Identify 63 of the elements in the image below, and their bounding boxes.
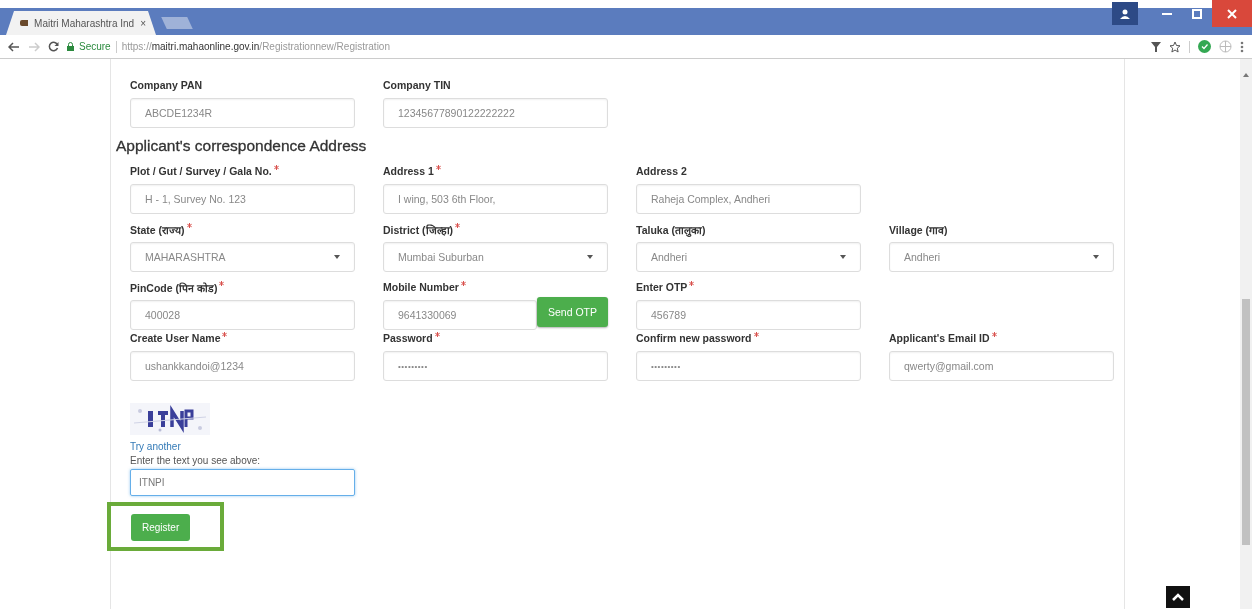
- back-to-top-button[interactable]: [1166, 586, 1190, 608]
- register-button[interactable]: Register: [131, 514, 191, 541]
- field-label: Address 2: [636, 165, 687, 177]
- extension-icon[interactable]: [1198, 40, 1211, 53]
- captcha-label: Enter the text you see above:: [130, 455, 261, 466]
- field-label: Applicant's Email ID: [889, 332, 990, 344]
- field-label: District (जिल्हा): [383, 223, 454, 237]
- tab-close-button[interactable]: ×: [140, 17, 146, 29]
- scrollbar-thumb[interactable]: [1242, 299, 1250, 545]
- field-label: Create User Name: [130, 332, 221, 344]
- field-label: Password: [383, 332, 433, 344]
- field-label: Address 1: [383, 165, 434, 177]
- dropdown-arrow-icon: [587, 255, 593, 259]
- input-field[interactable]: 12345677890122222222: [383, 98, 608, 128]
- field-label: Village (गाव): [889, 223, 948, 237]
- input-field[interactable]: ushankkandoi@1234: [130, 351, 355, 381]
- field-label: Mobile Number: [383, 281, 459, 293]
- password-field[interactable]: •••••••••: [383, 351, 608, 381]
- field-label: Taluka (तालुका): [636, 223, 706, 237]
- input-field[interactable]: 400028: [130, 300, 355, 330]
- scroll-up-icon[interactable]: [1243, 73, 1249, 77]
- input-field[interactable]: Raheja Complex, Andheri: [636, 184, 861, 214]
- dropdown[interactable]: Andheri: [636, 242, 861, 272]
- browser-tab[interactable]: Maitri Maharashtra Ind ×: [6, 11, 156, 35]
- field-label: PinCode (पिन कोड): [130, 281, 218, 295]
- field-label: Plot / Gut / Survey / Gala No.: [130, 165, 272, 177]
- tab-title: Maitri Maharashtra Ind: [34, 17, 135, 29]
- dropdown[interactable]: Andheri: [889, 242, 1114, 272]
- field-label: State (राज्य): [130, 223, 185, 237]
- chevron-up-icon: [1172, 593, 1184, 601]
- input-field[interactable]: 9641330069: [383, 300, 537, 330]
- field-label: Company PAN: [130, 79, 203, 91]
- try-another-link[interactable]: Try another: [130, 441, 181, 452]
- dropdown-arrow-icon: [334, 255, 340, 259]
- address-bar[interactable]: Secure https://maitri.mahaonline.gov.in/Registrationnew/Registration: [67, 40, 1143, 53]
- field-label: Company TIN: [383, 79, 451, 91]
- dropdown-arrow-icon: [1093, 255, 1099, 259]
- input-field[interactable]: 456789: [636, 300, 861, 330]
- password-field[interactable]: •••••••••: [636, 351, 861, 381]
- input-field[interactable]: qwerty@gmail.com: [889, 351, 1114, 381]
- field-label: Confirm new password: [636, 332, 752, 344]
- user-icon[interactable]: [1112, 2, 1138, 25]
- lock-icon: [67, 42, 74, 51]
- send-otp-button[interactable]: Send OTP: [536, 297, 608, 327]
- site-icon: [20, 20, 29, 26]
- reload-icon[interactable]: [48, 41, 59, 52]
- input-field[interactable]: ABCDE1234R: [130, 98, 355, 128]
- close-icon[interactable]: [1212, 0, 1252, 27]
- secure-label: Secure: [79, 41, 111, 52]
- captcha-field[interactable]: ITNPI: [130, 469, 355, 496]
- dropdown-arrow-icon: [840, 255, 846, 259]
- url-text: https://maitri.mahaonline.gov.in/Registrationnew/Registration: [121, 41, 390, 52]
- dropdown[interactable]: Mumbai Suburban: [383, 242, 608, 272]
- back-icon[interactable]: [8, 41, 20, 52]
- filter-icon[interactable]: [1151, 41, 1161, 52]
- dropdown[interactable]: MAHARASHTRA: [130, 242, 355, 272]
- input-field[interactable]: I wing, 503 6th Floor,: [383, 184, 608, 214]
- field-label: Enter OTP: [636, 281, 688, 293]
- scrollbar[interactable]: [1240, 59, 1252, 609]
- star-icon[interactable]: [1169, 40, 1181, 53]
- menu-icon[interactable]: [1240, 40, 1244, 53]
- input-field[interactable]: H - 1, Survey No. 123: [130, 184, 355, 214]
- section-heading: Applicant's correspondence Address: [116, 137, 368, 155]
